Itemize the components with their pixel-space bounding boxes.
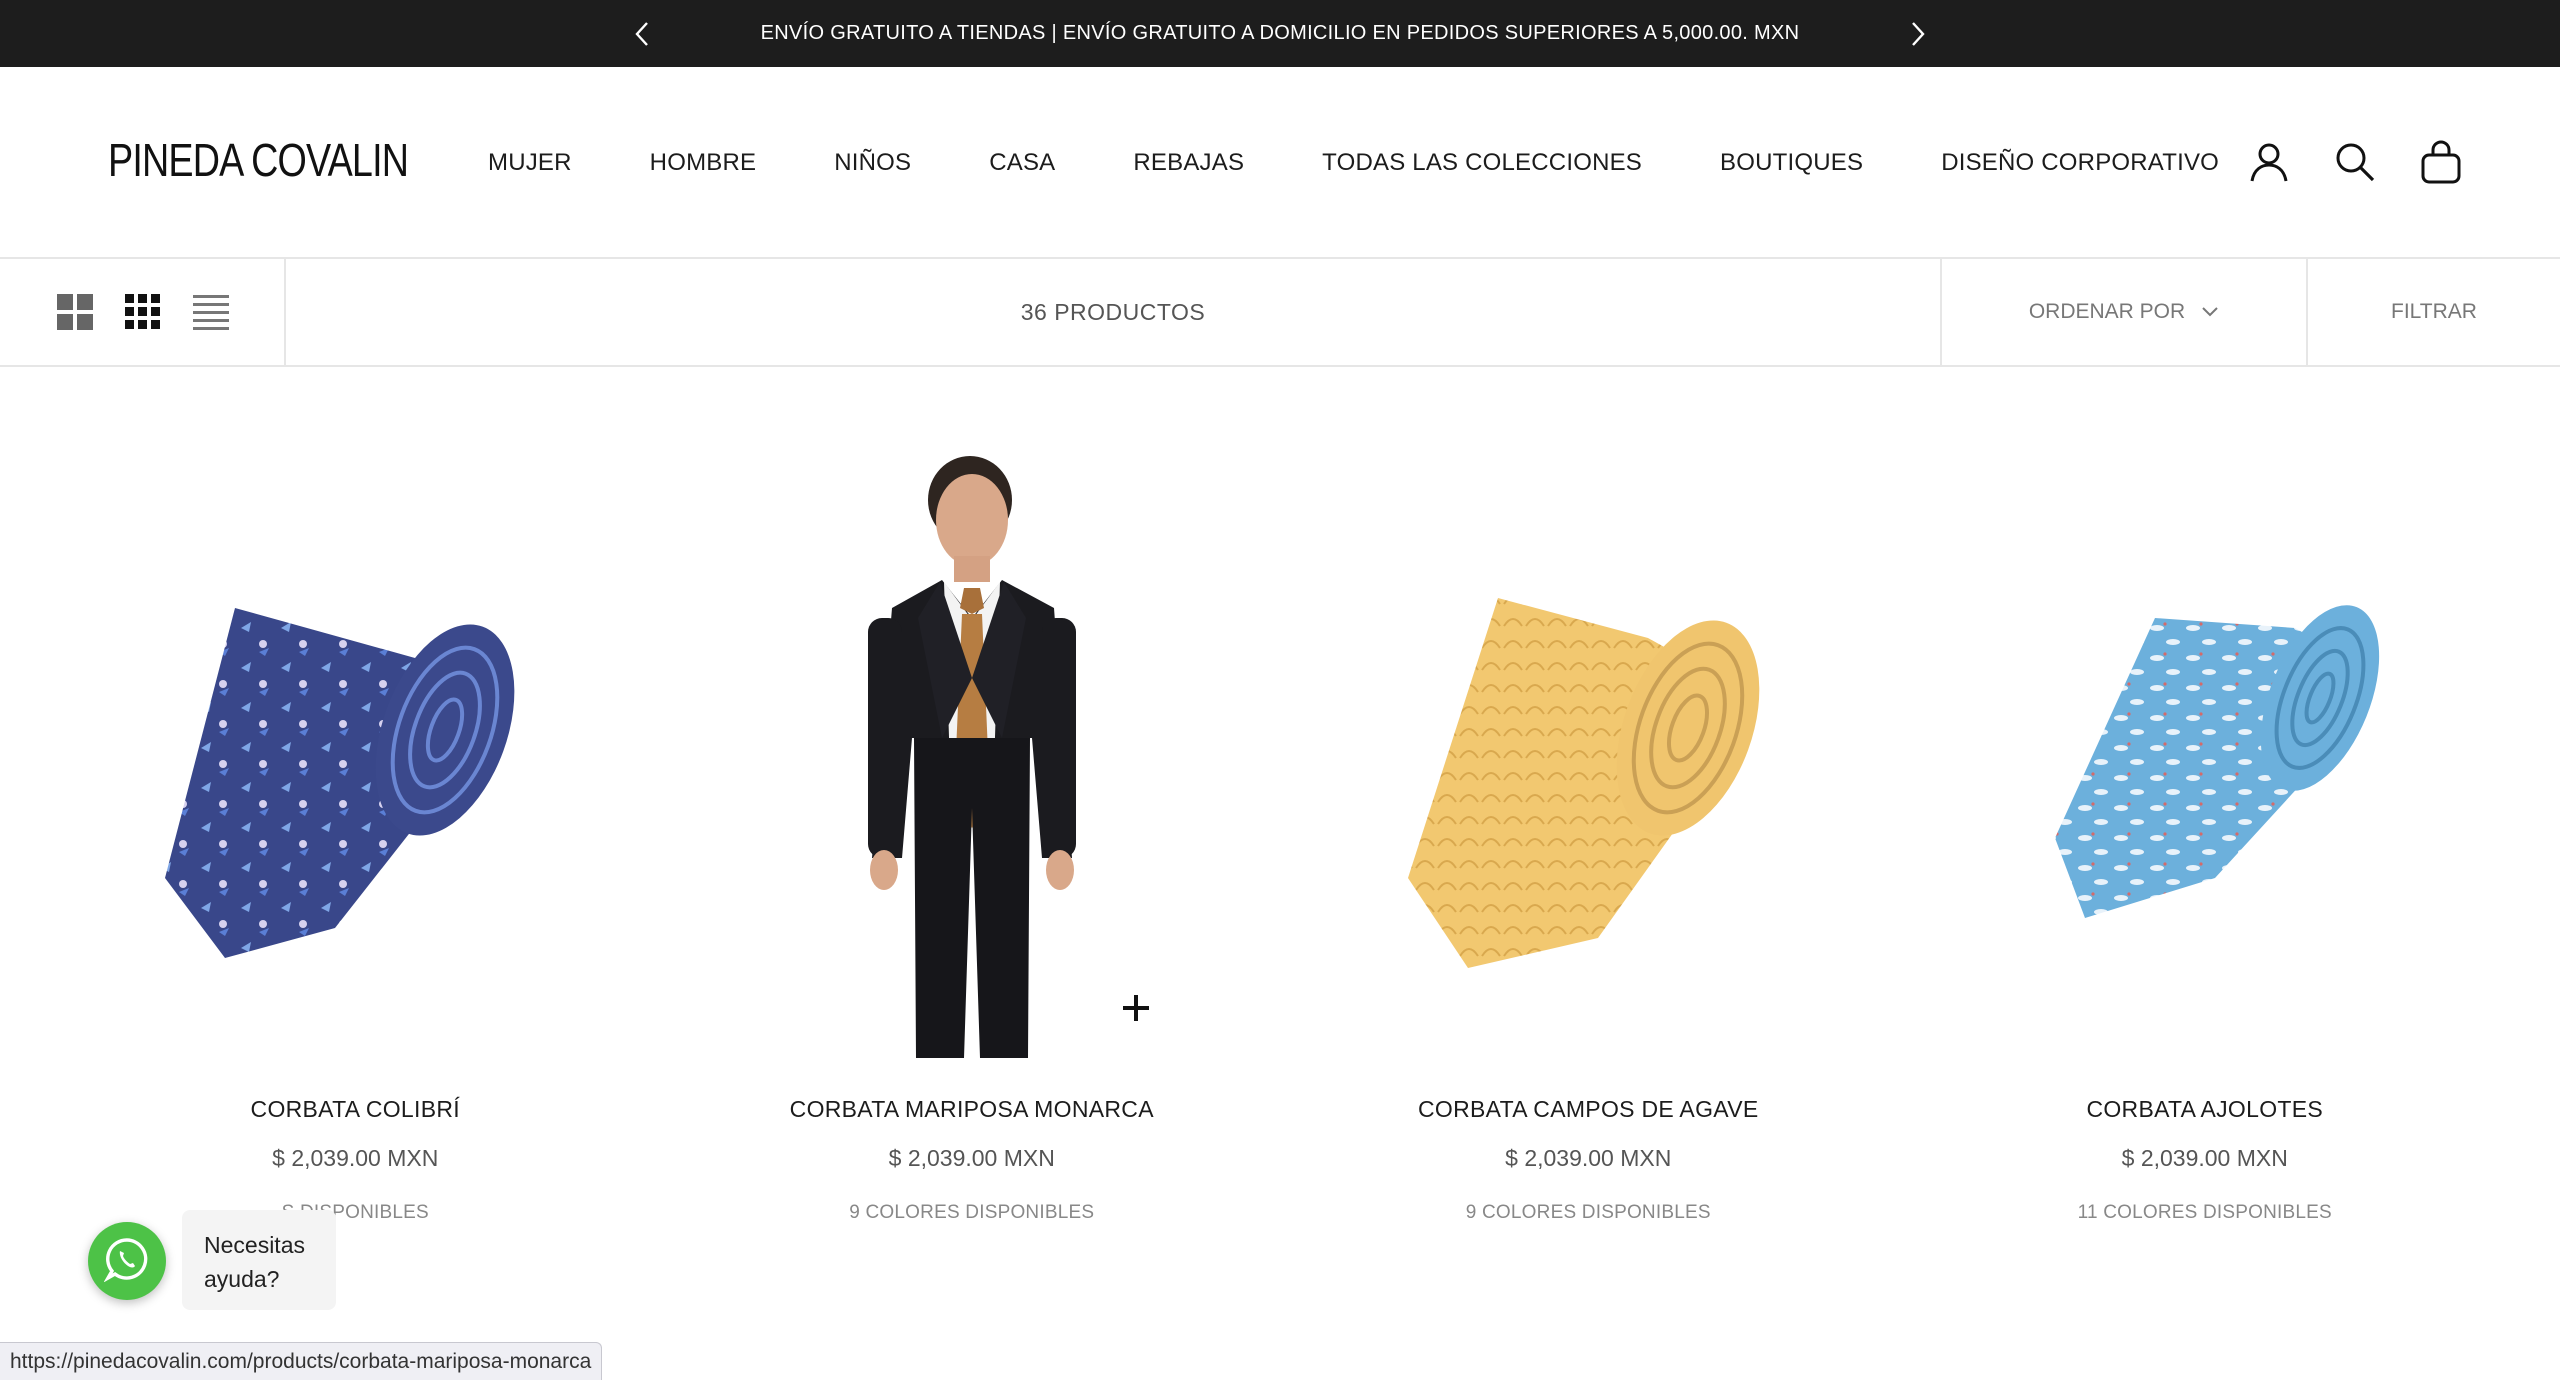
product-colors: 9 COLORES DISPONIBLES bbox=[1465, 1202, 1711, 1223]
chevron-down-icon bbox=[2201, 300, 2219, 324]
chevron-right-icon[interactable] bbox=[1900, 16, 1936, 52]
product-card: CORBATA COLIBRÍ $ 2,039.00 MXN S DISPONI… bbox=[47, 430, 664, 1224]
nav-item-casa[interactable]: CASA bbox=[989, 149, 1055, 177]
whatsapp-button[interactable] bbox=[88, 1222, 166, 1300]
sort-dropdown[interactable]: ORDENAR POR bbox=[1940, 259, 2306, 365]
main-nav: MUJER HOMBRE NIÑOS CASA REBAJAS TODAS LA… bbox=[488, 149, 2219, 177]
product-price: $ 2,039.00 MXN bbox=[1505, 1145, 1672, 1171]
list-icon[interactable] bbox=[192, 293, 230, 331]
quick-add-plus-icon[interactable] bbox=[1116, 988, 1156, 1028]
whatsapp-icon bbox=[103, 1236, 150, 1287]
nav-item-boutiques[interactable]: BOUTIQUES bbox=[1720, 149, 1863, 177]
whatsapp-help-bubble[interactable]: Necesitas ayuda? bbox=[182, 1210, 336, 1310]
product-colors: 9 COLORES DISPONIBLES bbox=[849, 1202, 1095, 1223]
product-price: $ 2,039.00 MXN bbox=[2121, 1145, 2288, 1171]
grid-small-icon[interactable] bbox=[124, 293, 162, 331]
logo[interactable]: PINEDA COVALIN bbox=[108, 133, 409, 187]
product-title[interactable]: CORBATA COLIBRÍ bbox=[251, 1096, 460, 1123]
grid-large-icon[interactable] bbox=[56, 293, 94, 331]
nav-item-diseno-corporativo[interactable]: DISEÑO CORPORATIVO bbox=[1941, 149, 2219, 177]
product-colors: 11 COLORES DISPONIBLES bbox=[2077, 1202, 2332, 1223]
product-card: CORBATA MARIPOSA MONARCA $ 2,039.00 MXN … bbox=[664, 430, 1281, 1224]
cart-bag-icon[interactable] bbox=[2418, 139, 2464, 185]
nav-item-todas-las-colecciones[interactable]: TODAS LAS COLECCIONES bbox=[1322, 149, 1642, 177]
status-url: https://pinedacovalin.com/products/corba… bbox=[0, 1342, 603, 1380]
collection-toolbar: 36 PRODUCTOS ORDENAR POR FILTRAR bbox=[0, 259, 2560, 367]
product-count: 36 PRODUCTOS bbox=[1020, 298, 1206, 325]
chevron-left-icon[interactable] bbox=[624, 16, 660, 52]
search-icon[interactable] bbox=[2332, 139, 2378, 185]
product-title[interactable]: CORBATA MARIPOSA MONARCA bbox=[790, 1096, 1154, 1123]
nav-item-hombre[interactable]: HOMBRE bbox=[650, 149, 757, 177]
account-icon[interactable] bbox=[2246, 139, 2292, 185]
product-image[interactable] bbox=[1280, 430, 1896, 1066]
product-card: CORBATA AJOLOTES $ 2,039.00 MXN 11 COLOR… bbox=[1897, 430, 2514, 1224]
product-card: CORBATA CAMPOS DE AGAVE $ 2,039.00 MXN 9… bbox=[1280, 430, 1897, 1224]
product-image[interactable] bbox=[47, 430, 663, 1066]
site-header: PINEDA COVALIN MUJER HOMBRE NIÑOS CASA R… bbox=[0, 67, 2560, 259]
product-image[interactable] bbox=[664, 430, 1280, 1066]
nav-item-ninos[interactable]: NIÑOS bbox=[834, 149, 911, 177]
nav-item-rebajas[interactable]: REBAJAS bbox=[1133, 149, 1244, 177]
announcement-text: ENVÍO GRATUITO A TIENDAS | ENVÍO GRATUIT… bbox=[760, 22, 1800, 44]
product-grid: CORBATA COLIBRÍ $ 2,039.00 MXN S DISPONI… bbox=[47, 430, 2513, 1224]
product-title[interactable]: CORBATA CAMPOS DE AGAVE bbox=[1418, 1096, 1758, 1123]
announcement-bar: ENVÍO GRATUITO A TIENDAS | ENVÍO GRATUIT… bbox=[0, 0, 2560, 67]
nav-item-mujer[interactable]: MUJER bbox=[488, 149, 572, 177]
product-price: $ 2,039.00 MXN bbox=[272, 1145, 439, 1171]
product-title[interactable]: CORBATA AJOLOTES bbox=[2086, 1096, 2323, 1123]
sort-label: ORDENAR POR bbox=[2028, 300, 2186, 323]
product-image[interactable] bbox=[1897, 430, 2513, 1066]
filter-button[interactable]: FILTRAR bbox=[2306, 259, 2560, 365]
product-price: $ 2,039.00 MXN bbox=[888, 1145, 1055, 1171]
view-switch bbox=[0, 259, 286, 365]
